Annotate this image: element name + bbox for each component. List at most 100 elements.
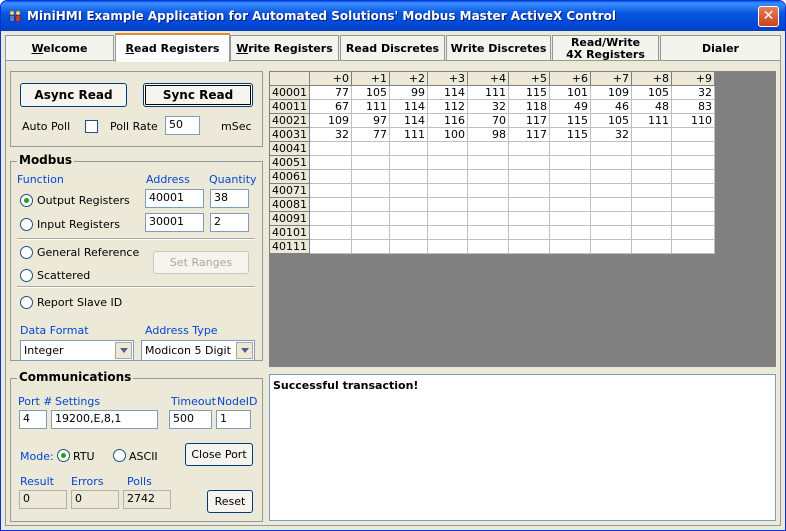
grid-cell[interactable]: [389, 183, 428, 198]
grid-cell[interactable]: 111: [467, 85, 509, 100]
grid-cell[interactable]: 32: [590, 127, 632, 142]
grid-cell[interactable]: [389, 169, 428, 184]
grid-cell[interactable]: [590, 183, 632, 198]
grid-cell[interactable]: 114: [389, 99, 428, 114]
tab-welcome[interactable]: Welcome: [5, 35, 114, 61]
dropdown-arrow-icon[interactable]: [115, 342, 132, 359]
grid-cell[interactable]: 77: [351, 127, 390, 142]
grid-cell[interactable]: [389, 239, 428, 254]
grid-cell[interactable]: [427, 183, 468, 198]
grid-cell[interactable]: 77: [309, 85, 352, 100]
grid-cell[interactable]: 98: [467, 127, 509, 142]
close-button[interactable]: ✕: [758, 6, 779, 27]
data-format-select[interactable]: Integer: [20, 340, 134, 361]
grid-cell[interactable]: [549, 169, 591, 184]
async-read-button[interactable]: Async Read: [20, 83, 127, 107]
grid-cell[interactable]: 109: [590, 85, 632, 100]
tab-read-write-4x-registers[interactable]: Read/Write 4X Registers: [552, 35, 659, 61]
tab-write-discretes[interactable]: Write Discretes: [446, 35, 551, 61]
grid-cell[interactable]: 115: [549, 113, 591, 128]
settings-input[interactable]: 19200,E,8,1: [51, 410, 158, 429]
tab-read-discretes[interactable]: Read Discretes: [340, 35, 445, 61]
grid-cell[interactable]: [590, 169, 632, 184]
rtu-radio[interactable]: [57, 449, 70, 462]
grid-cell[interactable]: 111: [631, 113, 672, 128]
grid-cell[interactable]: 115: [508, 85, 550, 100]
grid-cell[interactable]: [671, 211, 715, 226]
report-slave-id-radio[interactable]: [20, 296, 33, 309]
grid-cell[interactable]: [671, 141, 715, 156]
grid-cell[interactable]: [467, 197, 509, 212]
grid-cell[interactable]: [549, 155, 591, 170]
grid-cell[interactable]: [467, 141, 509, 156]
grid-cell[interactable]: 116: [427, 113, 468, 128]
grid-cell[interactable]: [389, 155, 428, 170]
auto-poll-checkbox[interactable]: [85, 120, 98, 133]
grid-cell[interactable]: 110: [671, 113, 715, 128]
grid-cell[interactable]: 114: [389, 113, 428, 128]
grid-cell[interactable]: [671, 169, 715, 184]
grid-cell[interactable]: [549, 197, 591, 212]
grid-cell[interactable]: [549, 239, 591, 254]
grid-cell[interactable]: 70: [467, 113, 509, 128]
grid-cell[interactable]: [590, 211, 632, 226]
poll-rate-input[interactable]: 50: [165, 116, 200, 135]
dropdown-arrow-icon[interactable]: [236, 342, 253, 359]
grid-cell[interactable]: 117: [508, 113, 550, 128]
grid-cell[interactable]: [309, 197, 352, 212]
input-registers-radio[interactable]: [20, 218, 33, 231]
title-bar[interactable]: MiniHMI Example Application for Automate…: [1, 1, 785, 31]
scattered-radio[interactable]: [20, 269, 33, 282]
grid-cell[interactable]: [351, 169, 390, 184]
grid-cell[interactable]: [508, 197, 550, 212]
set-ranges-button[interactable]: Set Ranges: [153, 251, 249, 274]
grid-cell[interactable]: 46: [590, 99, 632, 114]
grid-cell[interactable]: 67: [309, 99, 352, 114]
grid-cell[interactable]: 117: [508, 127, 550, 142]
grid-cell[interactable]: 48: [631, 99, 672, 114]
grid-cell[interactable]: [309, 211, 352, 226]
ascii-radio[interactable]: [113, 449, 126, 462]
grid-cell[interactable]: 114: [427, 85, 468, 100]
grid-cell[interactable]: [389, 197, 428, 212]
grid-cell[interactable]: 112: [427, 99, 468, 114]
grid-cell[interactable]: [631, 169, 672, 184]
grid-cell[interactable]: [467, 239, 509, 254]
grid-cell[interactable]: 105: [631, 85, 672, 100]
grid-cell[interactable]: [351, 183, 390, 198]
grid-cell[interactable]: 83: [671, 99, 715, 114]
sync-read-button[interactable]: Sync Read: [143, 83, 253, 107]
register-grid[interactable]: +0 +1 +2 +3 +4 +5 +6 +7 +8 +9 40001 77 105 99 114 111 11…: [269, 71, 715, 254]
grid-cell[interactable]: [351, 155, 390, 170]
grid-cell[interactable]: [549, 141, 591, 156]
grid-cell[interactable]: [467, 183, 509, 198]
grid-cell[interactable]: [427, 197, 468, 212]
grid-cell[interactable]: [467, 169, 509, 184]
grid-cell[interactable]: [467, 225, 509, 240]
grid-cell[interactable]: 32: [309, 127, 352, 142]
grid-cell[interactable]: [549, 211, 591, 226]
grid-cell[interactable]: [351, 197, 390, 212]
grid-cell[interactable]: 111: [389, 127, 428, 142]
grid-cell[interactable]: [351, 225, 390, 240]
grid-cell[interactable]: [549, 183, 591, 198]
grid-cell[interactable]: [671, 127, 715, 142]
general-reference-radio[interactable]: [20, 246, 33, 259]
grid-cell[interactable]: 115: [549, 127, 591, 142]
grid-cell[interactable]: [590, 239, 632, 254]
grid-cell[interactable]: [508, 141, 550, 156]
grid-cell[interactable]: [389, 141, 428, 156]
grid-cell[interactable]: [351, 141, 390, 156]
grid-cell[interactable]: [351, 211, 390, 226]
grid-cell[interactable]: 97: [351, 113, 390, 128]
grid-cell[interactable]: [309, 225, 352, 240]
grid-cell[interactable]: [467, 155, 509, 170]
grid-cell[interactable]: [671, 239, 715, 254]
grid-cell[interactable]: [508, 239, 550, 254]
grid-cell[interactable]: [631, 183, 672, 198]
output-registers-radio[interactable]: [20, 194, 33, 207]
output-address-input[interactable]: 40001: [145, 189, 204, 208]
grid-cell[interactable]: [427, 225, 468, 240]
grid-cell[interactable]: [427, 211, 468, 226]
input-quantity-input[interactable]: 2: [210, 213, 249, 232]
